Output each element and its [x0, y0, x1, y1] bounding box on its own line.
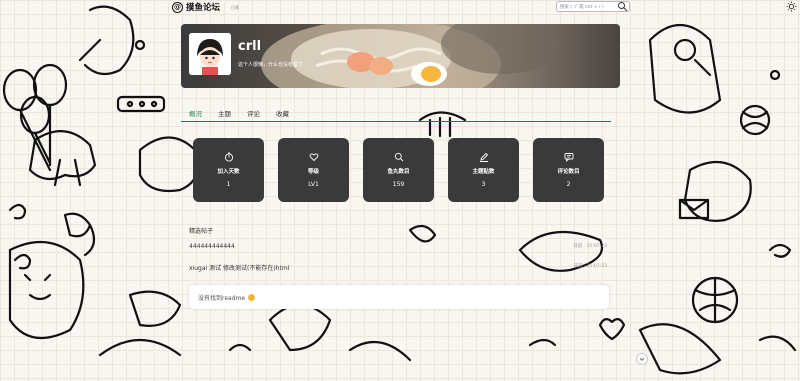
stat-value: 159 [392, 181, 405, 188]
readme-box: 没有找到readme [189, 285, 609, 309]
stat-label: 主题贴数 [472, 169, 495, 175]
post-date: 日前 · 25-07-23 [573, 264, 607, 269]
site-sub: 日常 [231, 5, 240, 10]
profile-banner: crll 这个人很懒，什么也没有留下 [181, 24, 620, 88]
search-icon [394, 152, 403, 162]
avatar-image [189, 33, 231, 75]
heart-icon [309, 153, 318, 162]
comment-icon [564, 153, 573, 162]
timer-icon [224, 152, 233, 162]
stat-value: 1 [226, 181, 231, 188]
stat-comments: 评论数目 2 [533, 138, 604, 202]
stat-value: 3 [481, 181, 486, 188]
stat-level: 等级 LV1 [278, 138, 349, 202]
tab-comments[interactable]: 评论 [247, 106, 260, 121]
stat-value: LV1 [308, 181, 319, 188]
list-item[interactable]: 444444444444 日前 · 25-07-23 [189, 243, 611, 255]
logo-icon: @ [172, 1, 183, 13]
readme-text: 没有找到readme [198, 294, 246, 302]
stat-fishballs: 鱼丸数目 159 [363, 138, 434, 202]
stat-topics: 主题贴数 3 [448, 138, 519, 202]
top-bar: @ 摸鱼论坛 日常 搜索 ( '/' 或 ctrl + / ) [0, 0, 800, 13]
site-name: 摸鱼论坛 [186, 3, 221, 13]
post-title[interactable]: 444444444444 [189, 243, 235, 250]
scroll-down-icon[interactable] [636, 353, 648, 365]
featured-title: 精选帖子 [189, 228, 214, 235]
avatar[interactable] [189, 33, 231, 75]
list-item[interactable]: xiugai 测试 修改测试(不能存在)html 日前 · 25-07-23 [189, 263, 611, 275]
post-date: 日前 · 25-07-23 [573, 244, 607, 249]
profile-tabs: 概况 主题 评论 收藏 [181, 106, 611, 122]
stats-row: 加入天数 1 等级 LV1 鱼丸数目 159 主题贴数 3 评论数目 2 [193, 138, 604, 202]
post-title[interactable]: xiugai 测试 修改测试(不能存在)html [189, 265, 289, 272]
stat-label: 等级 [307, 169, 319, 175]
search-icon[interactable] [617, 1, 628, 12]
banner-image [261, 24, 561, 88]
stat-join-days: 加入天数 1 [193, 138, 264, 202]
pencil-icon [479, 152, 488, 162]
smile-emoji-icon [248, 293, 256, 301]
search-placeholder: 搜索 ( '/' 或 ctrl + / ) [560, 4, 604, 10]
sun-icon[interactable] [786, 1, 797, 12]
user-bio: 这个人很懒，什么也没有留下 [238, 62, 304, 68]
tab-favorites[interactable]: 收藏 [276, 106, 289, 121]
tab-topics[interactable]: 主题 [218, 106, 231, 121]
tab-overview[interactable]: 概况 [189, 106, 202, 121]
stat-label: 加入天数 [217, 169, 240, 175]
stat-label: 评论数目 [557, 169, 580, 175]
site-logo[interactable]: @ 摸鱼论坛 日常 [172, 1, 239, 13]
username: crll [238, 39, 262, 54]
stat-label: 鱼丸数目 [387, 169, 410, 175]
stat-value: 2 [566, 181, 571, 188]
